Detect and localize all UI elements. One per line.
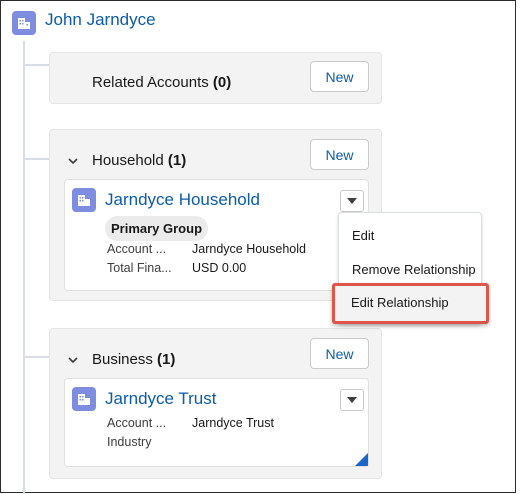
business-card: Business (1) New Jarndyce Trust Account … <box>49 328 382 479</box>
household-tile: Jarndyce Household Primary Group Account… <box>64 179 369 291</box>
tree-branch-line <box>23 356 49 358</box>
tree-branch-line <box>23 158 49 160</box>
related-accounts-card: Related Accounts (0) New <box>49 52 382 104</box>
new-related-account-button[interactable]: New <box>310 61 369 92</box>
card-title: Household (1) <box>92 152 186 169</box>
menu-item-edit[interactable]: Edit <box>352 228 374 243</box>
resize-corner-icon <box>355 453 368 466</box>
card-count: (1) <box>167 152 187 169</box>
primary-group-badge: Primary Group <box>105 216 208 241</box>
card-title: Related Accounts (0) <box>92 74 231 91</box>
new-business-button[interactable]: New <box>310 338 369 369</box>
menu-item-edit-relationship-highlight[interactable]: Edit Relationship <box>332 283 489 324</box>
menu-item-remove-relationship[interactable]: Remove Relationship <box>352 262 476 277</box>
household-name-link[interactable]: Jarndyce Household <box>105 190 260 210</box>
field-label: Industry <box>107 435 152 449</box>
card-count: (0) <box>212 74 232 91</box>
related-accounts-panel: John Jarndyce Related Accounts (0) New H… <box>0 0 516 494</box>
field-label: Account ... <box>107 242 167 256</box>
account-icon <box>12 11 36 35</box>
business-name-link[interactable]: Jarndyce Trust <box>105 389 217 409</box>
household-card: Household (1) New Jarndyce Household Pri… <box>49 129 382 301</box>
business-actions-button[interactable] <box>340 389 364 411</box>
chevron-down-icon[interactable] <box>67 354 79 366</box>
account-icon <box>72 387 96 411</box>
tree-vertical-line <box>23 41 25 494</box>
field-value: USD 0.00 <box>192 261 247 275</box>
field-value: Jarndyce Household <box>192 242 306 256</box>
card-title: Business (1) <box>92 351 175 368</box>
account-name-link[interactable]: John Jarndyce <box>45 10 156 30</box>
card-count: (1) <box>157 351 176 368</box>
caret-down-icon <box>347 198 357 204</box>
household-actions-button[interactable] <box>340 190 364 212</box>
account-icon <box>72 188 96 212</box>
chevron-down-icon[interactable] <box>67 155 79 167</box>
caret-down-icon <box>347 397 357 403</box>
field-label: Total Fina... <box>107 261 172 275</box>
field-value: Jarndyce Trust <box>192 416 274 430</box>
card-title-text: Household <box>92 152 164 169</box>
business-tile: Jarndyce Trust Account ... Jarndyce Trus… <box>64 378 369 467</box>
menu-item-edit-relationship[interactable]: Edit Relationship <box>351 295 449 310</box>
card-title-text: Business <box>92 351 153 368</box>
new-household-button[interactable]: New <box>310 139 369 170</box>
field-label: Account ... <box>107 416 167 430</box>
card-title-text: Related Accounts <box>92 74 209 91</box>
tree-branch-line <box>23 64 49 66</box>
